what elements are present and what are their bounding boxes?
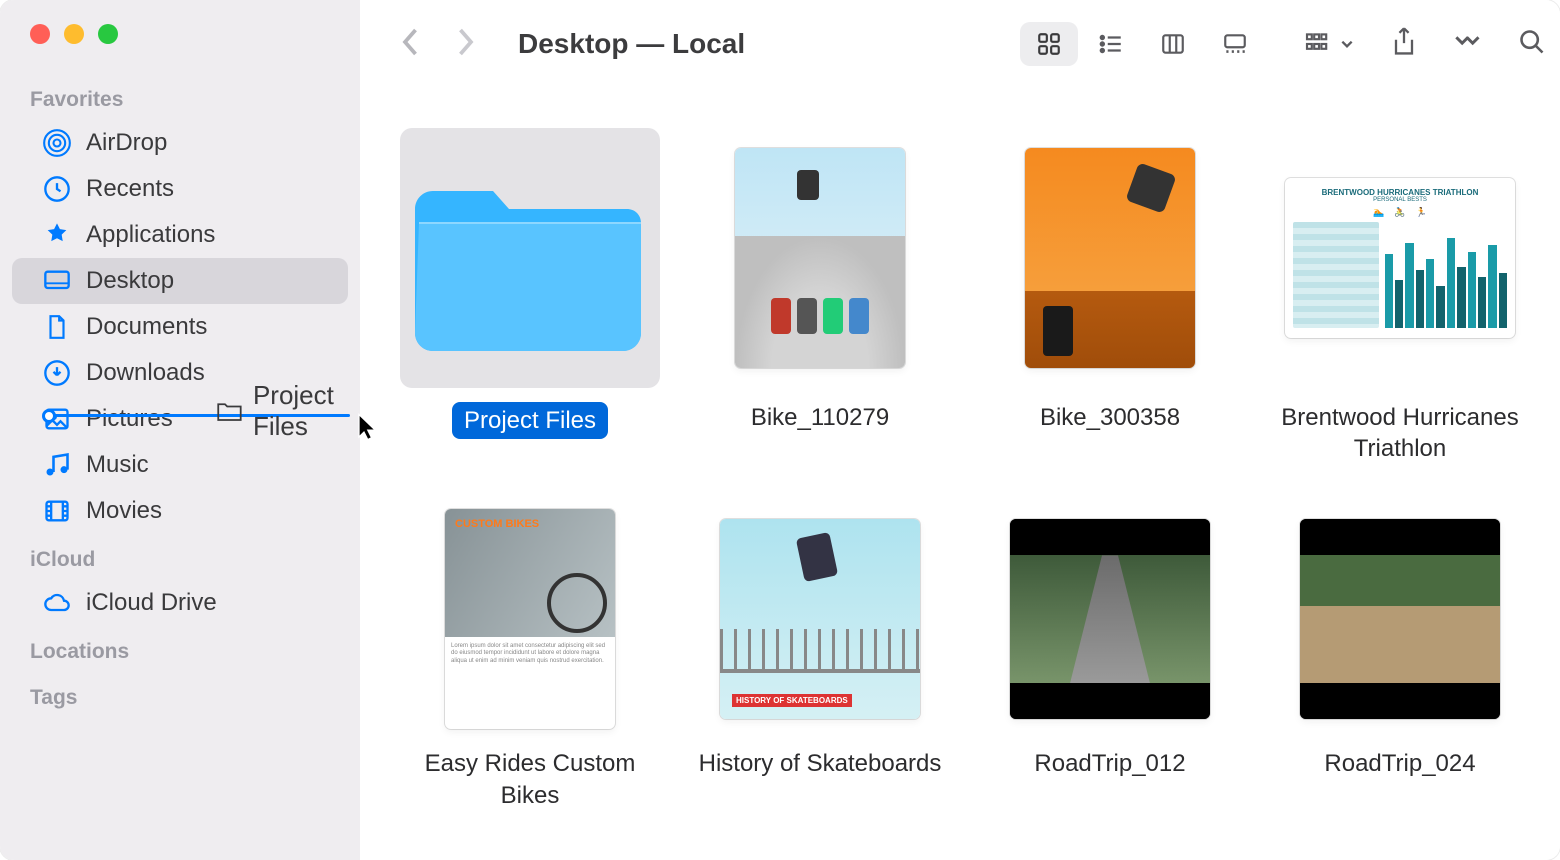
sidebar-item-label: Recents (86, 175, 174, 203)
file-label: Bike_110279 (751, 402, 889, 433)
file-item-image[interactable]: Bike_110279 (690, 128, 950, 464)
doc-title: BRENTWOOD HURRICANES TRIATHLON (1293, 188, 1507, 197)
sidebar-section-locations: Locations (0, 626, 360, 672)
toolbar-right (1304, 26, 1546, 63)
zoom-button[interactable] (98, 24, 118, 44)
sidebar-item-label: Pictures (86, 405, 173, 433)
file-item-video[interactable]: RoadTrip_012 (980, 504, 1240, 810)
folder-icon (400, 128, 660, 388)
sidebar-section-tags: Tags (0, 672, 360, 718)
share-button[interactable] (1390, 26, 1418, 63)
doc-subtitle: PERSONAL BESTS (1293, 197, 1507, 203)
toolbar: Desktop — Local (360, 0, 1560, 88)
image-thumbnail (690, 128, 950, 388)
airdrop-icon (42, 128, 72, 158)
sidebar-section-icloud: iCloud (0, 534, 360, 580)
image-thumbnail: CUSTOM BIKES Lorem ipsum dolor sit amet … (400, 504, 660, 734)
file-item-folder[interactable]: Project Files (400, 128, 660, 464)
video-thumbnail (980, 504, 1240, 734)
sidebar-item-airdrop[interactable]: AirDrop (12, 120, 348, 166)
view-icons-button[interactable] (1020, 22, 1078, 66)
cloud-icon (42, 588, 72, 618)
nav-arrows (400, 27, 476, 62)
file-item-image[interactable]: Bike_300358 (980, 128, 1240, 464)
group-button[interactable] (1304, 32, 1354, 56)
desktop-icon (42, 266, 72, 296)
video-thumbnail (1270, 504, 1530, 734)
file-item-video[interactable]: RoadTrip_024 (1270, 504, 1530, 810)
sidebar-item-label: Music (86, 451, 149, 479)
sidebar-item-label: Movies (86, 497, 162, 525)
file-label: RoadTrip_024 (1324, 748, 1475, 779)
main-area: Desktop — Local (360, 0, 1560, 860)
file-label: Easy Rides Custom Bikes (400, 748, 660, 810)
sidebar-item-music[interactable]: Music (12, 442, 348, 488)
file-label: Brentwood Hurricanes Triathlon (1270, 402, 1530, 464)
more-button[interactable] (1454, 33, 1482, 56)
music-icon (42, 450, 72, 480)
chevron-down-icon (1340, 37, 1354, 51)
folder-outline-icon (216, 396, 243, 426)
back-button[interactable] (400, 27, 422, 62)
sidebar-item-icloud-drive[interactable]: iCloud Drive (12, 580, 348, 626)
download-icon (42, 358, 72, 388)
sidebar-item-recents[interactable]: Recents (12, 166, 348, 212)
sidebar-item-label: Applications (86, 221, 215, 249)
drag-ghost: Project Files (216, 380, 360, 442)
document-thumbnail: BRENTWOOD HURRICANES TRIATHLON PERSONAL … (1270, 128, 1530, 388)
file-item-image[interactable]: HISTORY OF SKATEBOARDS History of Skateb… (690, 504, 950, 810)
sidebar-item-label: Desktop (86, 267, 174, 295)
file-label: Project Files (452, 402, 608, 439)
image-thumbnail (980, 128, 1240, 388)
file-label: Bike_300358 (1040, 402, 1180, 433)
sidebar-section-favorites: Favorites (0, 74, 360, 120)
sidebar-item-label: Downloads (86, 359, 205, 387)
movies-icon (42, 496, 72, 526)
finder-window: Favorites AirDrop Recents Applications D… (0, 0, 1560, 860)
search-button[interactable] (1518, 28, 1546, 61)
minimize-button[interactable] (64, 24, 84, 44)
window-controls (0, 24, 360, 44)
file-item-document[interactable]: BRENTWOOD HURRICANES TRIATHLON PERSONAL … (1270, 128, 1530, 464)
sidebar: Favorites AirDrop Recents Applications D… (0, 0, 360, 860)
file-label: History of Skateboards (699, 748, 942, 779)
sidebar-item-documents[interactable]: Documents (12, 304, 348, 350)
sidebar-item-desktop[interactable]: Desktop (12, 258, 348, 304)
forward-button[interactable] (454, 27, 476, 62)
sidebar-item-movies[interactable]: Movies (12, 488, 348, 534)
file-item-image[interactable]: CUSTOM BIKES Lorem ipsum dolor sit amet … (400, 504, 660, 810)
image-thumbnail: HISTORY OF SKATEBOARDS (690, 504, 950, 734)
applications-icon (42, 220, 72, 250)
drag-ghost-label: Project Files (253, 380, 360, 442)
view-switcher (1016, 18, 1268, 70)
clock-icon (42, 174, 72, 204)
view-list-button[interactable] (1082, 22, 1140, 66)
cursor-icon (356, 412, 382, 442)
sidebar-item-label: AirDrop (86, 129, 167, 157)
file-label: RoadTrip_012 (1034, 748, 1185, 779)
window-title: Desktop — Local (518, 28, 745, 60)
file-grid: Project Files Bike (360, 88, 1560, 860)
close-button[interactable] (30, 24, 50, 44)
sidebar-item-label: iCloud Drive (86, 589, 217, 617)
sidebar-item-label: Documents (86, 313, 207, 341)
document-icon (42, 312, 72, 342)
sidebar-item-applications[interactable]: Applications (12, 212, 348, 258)
view-columns-button[interactable] (1144, 22, 1202, 66)
view-gallery-button[interactable] (1206, 22, 1264, 66)
